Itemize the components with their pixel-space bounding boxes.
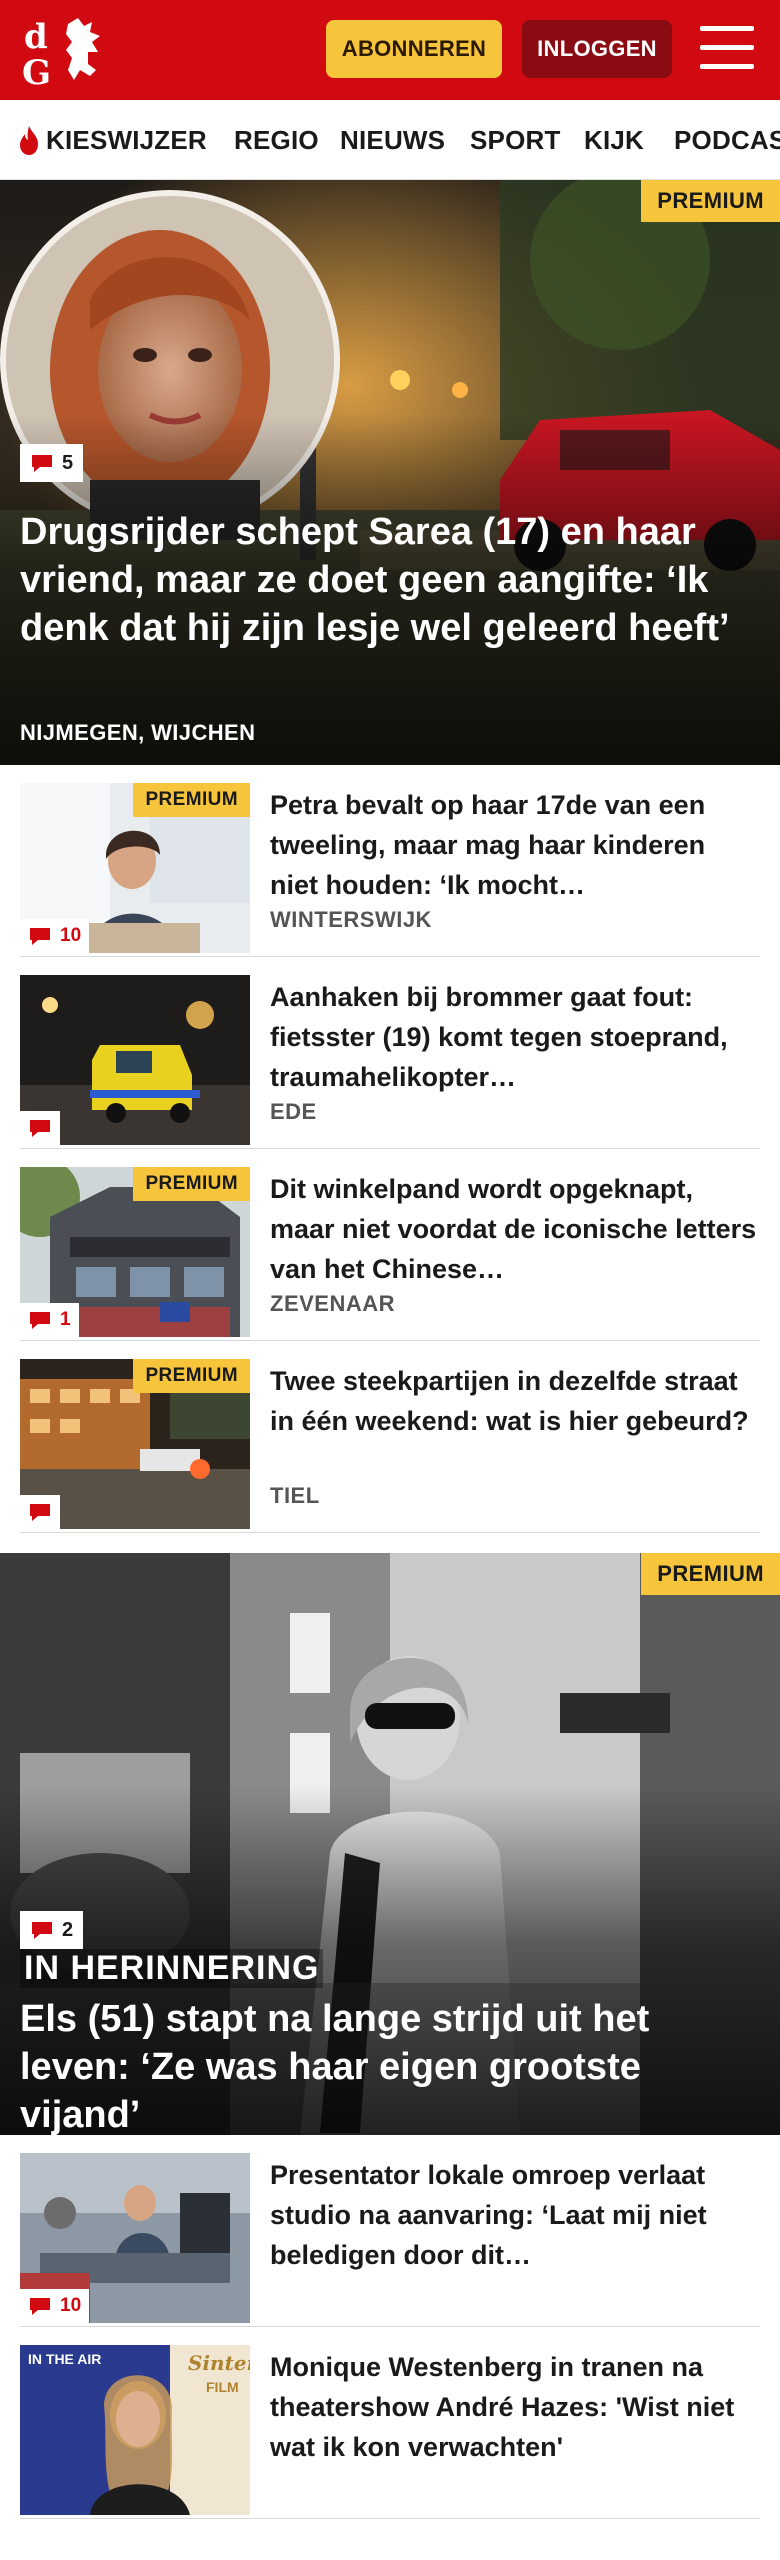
article-thumbnail: [20, 975, 250, 1145]
article-headline[interactable]: Presentator lokale omroep verlaat studio…: [270, 2155, 760, 2275]
comment-icon: [32, 455, 52, 472]
comment-icon: [30, 1120, 50, 1137]
list-item[interactable]: PREMIUM 10 Petra bevalt op haar 17de van…: [20, 765, 760, 957]
article-location: WINTERSWIJK: [270, 907, 432, 932]
nav-item-label: KIJK: [584, 124, 645, 155]
subscribe-button[interactable]: ABONNEREN: [326, 20, 502, 78]
article-headline[interactable]: Monique Westenberg in tranen na theaters…: [270, 2347, 760, 2467]
logo-icon[interactable]: d G: [22, 14, 114, 88]
article-thumbnail: 10: [20, 2153, 250, 2323]
article-thumbnail: PREMIUM: [20, 1359, 250, 1529]
comment-icon: [30, 2298, 50, 2315]
thumbnail-caption: FILM: [206, 2379, 239, 2395]
hero-article[interactable]: PREMIUM 5 Drugsrijder schept Sarea (17) …: [0, 180, 780, 765]
list-item[interactable]: PREMIUM 1 Dit winkelpand wordt opgeknapt…: [20, 1149, 760, 1341]
premium-badge: PREMIUM: [641, 1553, 780, 1595]
login-button[interactable]: INLOGGEN: [522, 20, 672, 78]
svg-text:G: G: [22, 53, 51, 88]
hero-headline[interactable]: Els (51) stapt na lange strijd uit het l…: [20, 1995, 756, 2135]
comment-count: 2: [62, 1918, 74, 1941]
premium-badge: PREMIUM: [641, 180, 780, 222]
comment-count-badge: 2: [20, 1911, 84, 1949]
nav-item-regio[interactable]: REGIO: [234, 100, 319, 179]
article-location: EDE: [270, 1099, 317, 1124]
comment-count-badge: [20, 1111, 60, 1145]
article-headline[interactable]: Petra bevalt op haar 17de van een tweeli…: [270, 785, 760, 905]
svg-text:d: d: [24, 17, 48, 57]
nav-item-kieswijzer[interactable]: KIESWIJZER: [16, 100, 207, 179]
article-thumbnail: IN THE AIR Sinterk FILM: [20, 2345, 250, 2515]
section-nav: KIESWIJZER REGIO NIEUWS SPORT KIJK PODCA…: [0, 100, 780, 180]
hero-headline[interactable]: Drugsrijder schept Sarea (17) en haar vr…: [20, 508, 756, 652]
comment-count: 5: [62, 451, 74, 474]
nav-item-label: PODCAS: [674, 124, 780, 155]
comment-count-badge: 10: [20, 2289, 90, 2323]
premium-badge: PREMIUM: [133, 1359, 250, 1393]
nav-item-label: NIEUWS: [340, 124, 446, 155]
list-item[interactable]: Aanhaken bij brommer gaat fout: fietsste…: [20, 957, 760, 1149]
hero-location: NIJMEGEN, WIJCHEN: [20, 720, 256, 745]
nav-item-sport[interactable]: SPORT: [470, 100, 561, 179]
site-header: d G ABONNEREN INLOGGEN: [0, 0, 780, 100]
premium-badge: PREMIUM: [133, 1167, 250, 1201]
comment-count: 1: [60, 1309, 71, 1330]
nav-item-label: KIESWIJZER: [46, 124, 207, 155]
nav-item-nieuws[interactable]: NIEUWS: [340, 100, 446, 179]
comment-icon: [32, 1922, 52, 1939]
premium-badge: PREMIUM: [133, 783, 250, 817]
comment-count: 10: [60, 2295, 82, 2316]
article-thumbnail: PREMIUM 10: [20, 783, 250, 953]
nav-item-kijk[interactable]: KIJK: [584, 100, 645, 179]
article-location: TIEL: [270, 1483, 320, 1508]
article-headline[interactable]: Twee steekpartijen in dezelfde straat in…: [270, 1361, 760, 1481]
comment-count: 10: [60, 925, 82, 946]
article-thumbnail: PREMIUM 1: [20, 1167, 250, 1337]
article-location: ZEVENAAR: [270, 1291, 396, 1316]
list-item[interactable]: 10 Presentator lokale omroep verlaat stu…: [20, 2135, 760, 2327]
comment-count-badge: 5: [20, 444, 84, 482]
list-item[interactable]: IN THE AIR Sinterk FILM Monique Westenbe…: [20, 2327, 760, 2519]
flame-icon: [20, 126, 38, 155]
comment-icon: [30, 928, 50, 945]
nav-item-label: SPORT: [470, 124, 561, 155]
comment-count-badge: 10: [20, 919, 90, 953]
nav-item-label: REGIO: [234, 124, 319, 155]
list-item[interactable]: PREMIUM Twee steekpartijen in dezelfde s…: [20, 1341, 760, 1533]
hero-article[interactable]: PREMIUM 2 IN HERINNERING Els (51) stapt …: [0, 1553, 780, 2135]
thumbnail-caption: IN THE AIR: [28, 2351, 102, 2367]
article-headline[interactable]: Dit winkelpand wordt opgeknapt, maar nie…: [270, 1169, 760, 1289]
nav-item-podcast[interactable]: PODCAS: [674, 100, 780, 179]
menu-icon[interactable]: [700, 26, 754, 70]
comment-icon: [30, 1504, 50, 1521]
article-headline[interactable]: Aanhaken bij brommer gaat fout: fietsste…: [270, 977, 760, 1097]
comment-count-badge: [20, 1495, 60, 1529]
thumbnail-caption: Sinterk: [188, 2351, 250, 2375]
kicker-label: IN HERINNERING: [20, 1949, 324, 1988]
comment-count-badge: 1: [20, 1303, 79, 1337]
comment-icon: [30, 1312, 50, 1329]
